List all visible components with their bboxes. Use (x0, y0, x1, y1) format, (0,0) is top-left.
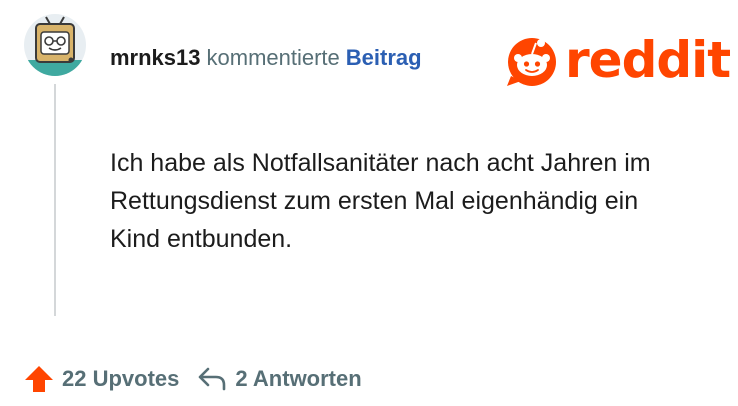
thread-line (54, 84, 56, 316)
reddit-logo: reddit (505, 31, 731, 89)
comment-header: mrnks13 kommentierte Beitrag (110, 44, 422, 72)
avatar[interactable] (24, 14, 86, 76)
comment-actions: 22 Upvotes 2 Antworten (24, 365, 362, 393)
reddit-snoo-icon (507, 38, 556, 86)
action-text: kommentierte (206, 45, 340, 70)
comment-body: Ich habe als Notfallsanitäter nach acht … (110, 149, 651, 253)
reply-arrow-icon[interactable] (197, 366, 227, 392)
reddit-wordmark: reddit (565, 31, 731, 89)
reply-count[interactable]: 2 Antworten (235, 366, 361, 392)
post-link[interactable]: Beitrag (346, 45, 422, 70)
username-link[interactable]: mrnks13 (110, 45, 201, 70)
upvote-arrow-icon[interactable] (24, 365, 54, 393)
upvote-count[interactable]: 22 Upvotes (62, 366, 179, 392)
